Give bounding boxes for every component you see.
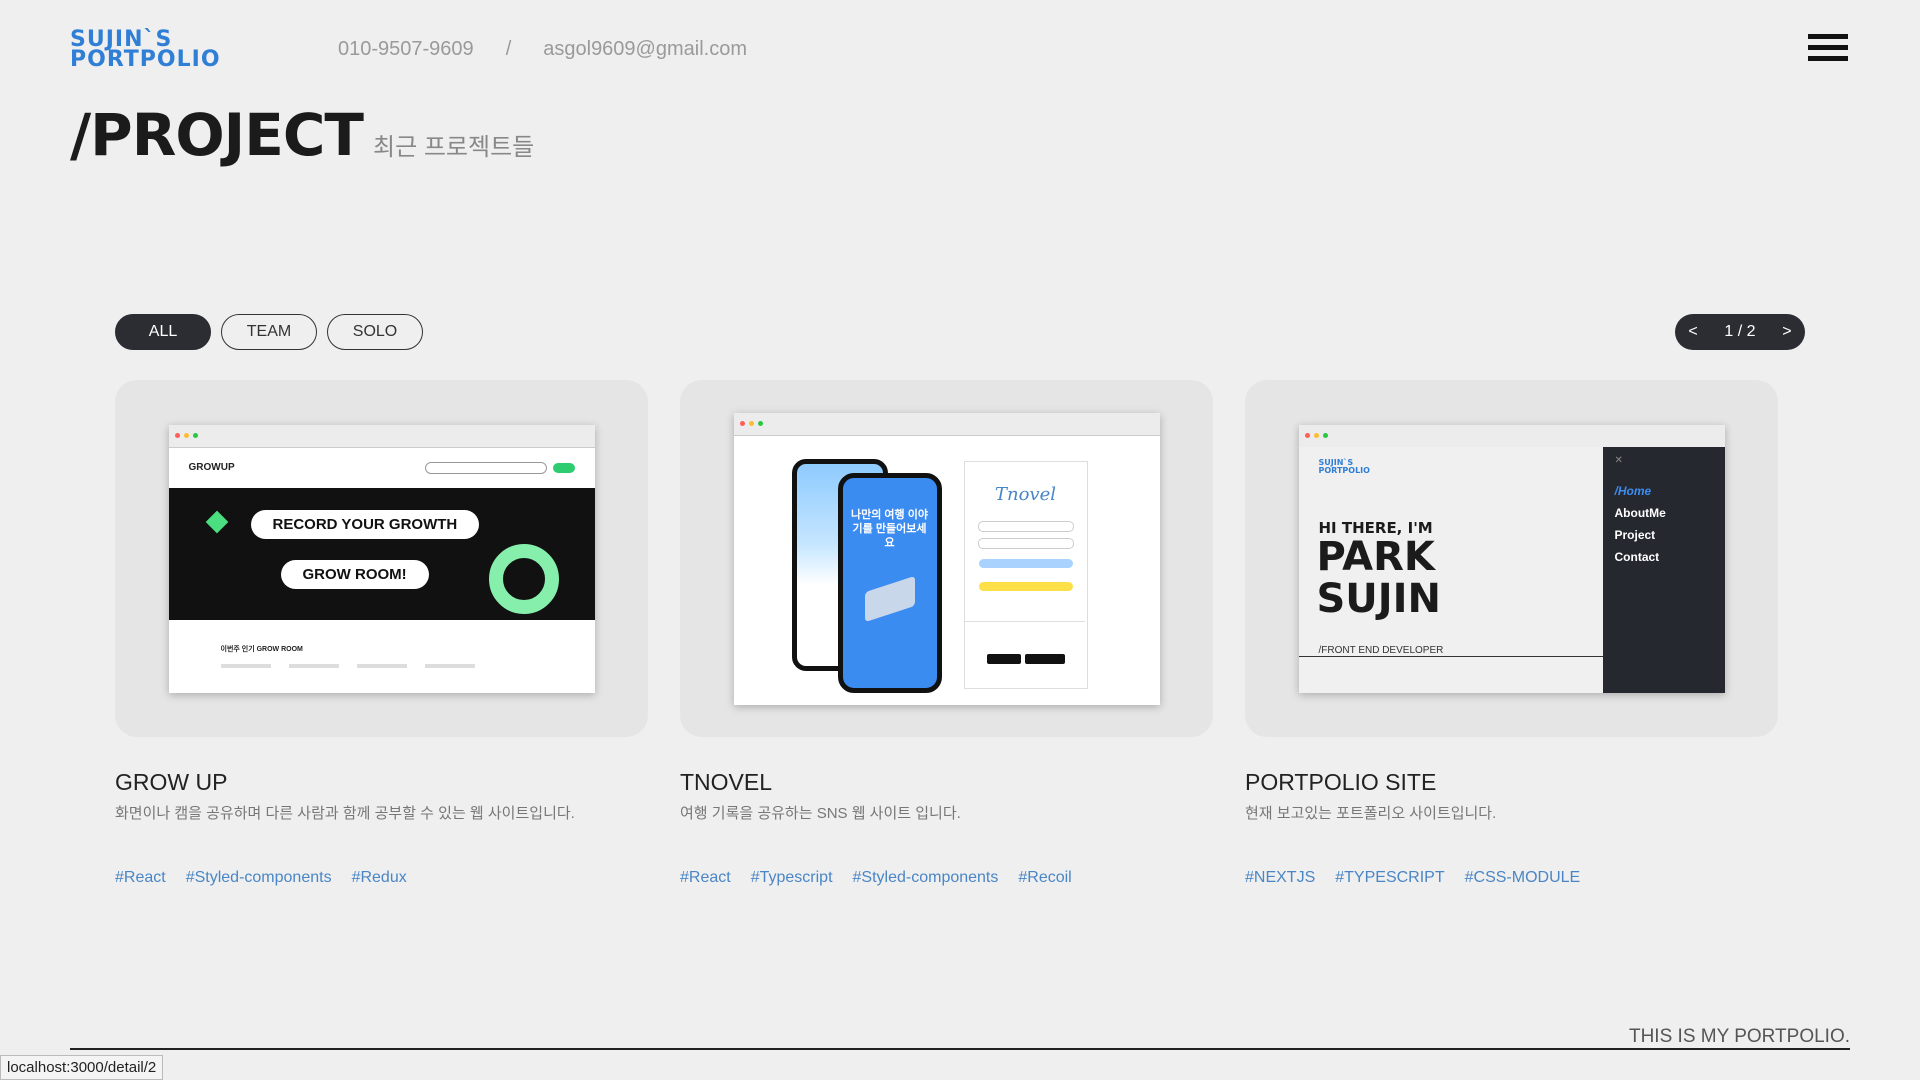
- tag[interactable]: #NEXTJS: [1245, 869, 1315, 887]
- contact-separator: /: [505, 38, 512, 60]
- menu-bar: [1808, 34, 1848, 39]
- menu-bar: [1808, 45, 1848, 50]
- tag[interactable]: #React: [115, 869, 166, 887]
- pagination: < 1 / 2 >: [1675, 314, 1805, 350]
- hamburger-menu-icon[interactable]: [1808, 34, 1848, 66]
- project-card: GROWUP RECORD YOUR GROWTH GROW ROOM! 이번주…: [115, 380, 648, 887]
- project-tags: #React #Typescript #Styled-components #R…: [680, 869, 1213, 887]
- preview-line-3: SUJIN: [1316, 575, 1442, 622]
- preview-brand: GROWUP: [188, 462, 235, 473]
- preview-menu-about: AboutMe: [1614, 505, 1666, 520]
- menu-bar: [1808, 56, 1848, 61]
- project-thumbnail[interactable]: GROWUP RECORD YOUR GROWTH GROW ROOM! 이번주…: [115, 380, 648, 737]
- project-description: 현재 보고있는 포트폴리오 사이트입니다.: [1245, 805, 1497, 822]
- preview-menu-project: Project: [1614, 527, 1656, 542]
- project-thumbnail[interactable]: 나만의 여행 이야기를 만들어보세요 Tnovel: [680, 380, 1213, 737]
- page-subtitle: 최근 프로젝트들: [373, 134, 535, 161]
- project-title[interactable]: TNOVEL: [680, 769, 1213, 796]
- browser-chrome: [733, 412, 1160, 436]
- project-card: SUJIN`S PORTPOLIO HI THERE, I'M PARK SUJI…: [1245, 380, 1778, 887]
- page-title: /PROJECT: [70, 101, 364, 169]
- portpolio-preview: SUJIN`S PORTPOLIO HI THERE, I'M PARK SUJI…: [1298, 424, 1725, 693]
- logo-line-2: PORTPOLIO: [70, 47, 221, 72]
- browser-chrome: [1298, 424, 1725, 448]
- tag[interactable]: #React: [680, 869, 731, 887]
- footer-text: THIS IS MY PORTPOLIO.: [1628, 1026, 1850, 1047]
- tag[interactable]: #Redux: [352, 869, 407, 887]
- tag[interactable]: #Recoil: [1018, 869, 1071, 887]
- project-card: 나만의 여행 이야기를 만들어보세요 Tnovel TNOVEL 여행 기록을 …: [680, 380, 1213, 887]
- project-tags: #NEXTJS #TYPESCRIPT #CSS-MODULE: [1245, 869, 1778, 887]
- phone-number: 010-9507-9609: [338, 38, 474, 60]
- tag[interactable]: #Styled-components: [853, 869, 999, 887]
- tag[interactable]: #Typescript: [751, 869, 833, 887]
- page-title-block: /PROJECT 최근 프로젝트들: [70, 106, 534, 164]
- project-title[interactable]: GROW UP: [115, 769, 648, 796]
- tnovel-preview: 나만의 여행 이야기를 만들어보세요 Tnovel: [733, 412, 1160, 705]
- preview-section-title: 이번주 인기 GROW ROOM: [220, 645, 303, 653]
- filter-team-button[interactable]: TEAM: [221, 314, 317, 350]
- project-thumbnail[interactable]: SUJIN`S PORTPOLIO HI THERE, I'M PARK SUJI…: [1245, 380, 1778, 737]
- site-logo[interactable]: SUJIN`S PORTPOLIO: [70, 29, 290, 72]
- preview-line-2: PARK: [1316, 533, 1435, 580]
- tag[interactable]: #TYPESCRIPT: [1335, 869, 1444, 887]
- tag[interactable]: #CSS-MODULE: [1465, 869, 1581, 887]
- footer-divider: [70, 1048, 1850, 1050]
- browser-chrome: [168, 424, 595, 448]
- project-tags: #React #Styled-components #Redux: [115, 869, 648, 887]
- filter-group: ALL TEAM SOLO: [115, 314, 423, 350]
- project-description: 여행 기록을 공유하는 SNS 웹 사이트 입니다.: [680, 805, 961, 822]
- preview-menu-contact: Contact: [1614, 549, 1660, 564]
- email-address: asgol9609@gmail.com: [543, 38, 747, 60]
- tag[interactable]: #Styled-components: [186, 869, 332, 887]
- preview-brand: Tnovel: [994, 483, 1056, 505]
- filter-all-button[interactable]: ALL: [115, 314, 211, 350]
- preview-hero-1: RECORD YOUR GROWTH: [250, 509, 480, 539]
- project-description: 화면이나 캠을 공유하며 다른 사람과 함께 공부할 수 있는 웹 사이트입니다…: [115, 805, 575, 822]
- next-page-button[interactable]: >: [1782, 323, 1791, 341]
- prev-page-button[interactable]: <: [1688, 323, 1697, 341]
- page-indicator: 1 / 2: [1724, 323, 1756, 340]
- browser-status-bar: localhost:3000/detail/2: [0, 1055, 164, 1080]
- preview-phone-text: 나만의 여행 이야기를 만들어보세요: [851, 508, 928, 549]
- preview-hero-2: GROW ROOM!: [280, 559, 429, 589]
- filter-solo-button[interactable]: SOLO: [327, 314, 423, 350]
- growup-preview: GROWUP RECORD YOUR GROWTH GROW ROOM! 이번주…: [168, 424, 595, 693]
- project-title[interactable]: PORTPOLIO SITE: [1245, 769, 1778, 796]
- preview-menu-home: /Home: [1614, 483, 1652, 498]
- preview-role: /FRONT END DEVELOPER: [1298, 621, 1603, 657]
- project-list: GROWUP RECORD YOUR GROWTH GROW ROOM! 이번주…: [115, 380, 1778, 887]
- preview-line-1: HI THERE, I'M: [1318, 518, 1433, 537]
- contact-info: 010-9507-9609 / asgol9609@gmail.com: [338, 38, 747, 61]
